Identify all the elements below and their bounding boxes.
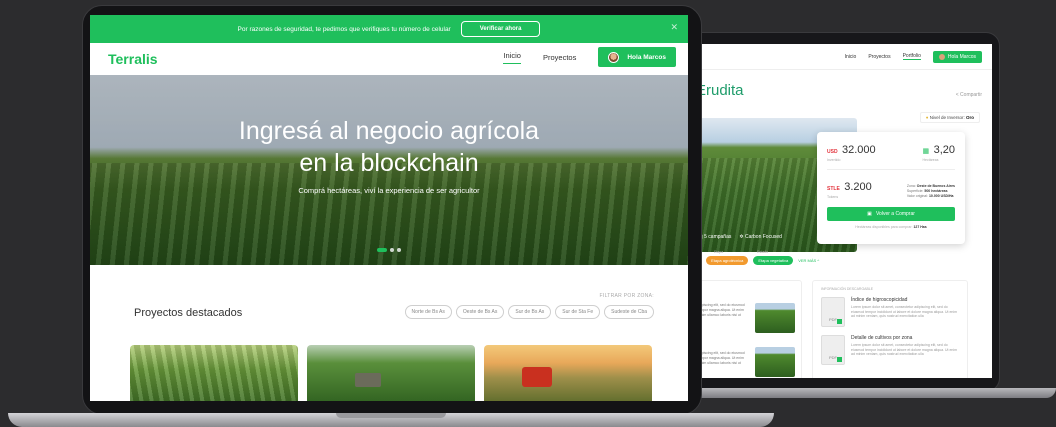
- user-menu-button[interactable]: Hola Marcos: [598, 47, 676, 67]
- back-user-button[interactable]: Hola Marcos: [932, 50, 982, 63]
- doc-item[interactable]: PDF Detalle de cultivos por zona Lorem i…: [821, 335, 959, 365]
- carousel-dot-2[interactable]: [390, 248, 394, 252]
- back-nav-portfolio[interactable]: Portfolio: [902, 53, 921, 60]
- security-banner: Por razones de seguridad, te pedimos que…: [90, 15, 688, 43]
- update-text-1: adipiscing elit, sed do eiusmod tempor m…: [697, 303, 745, 317]
- grid-icon: ▦: [922, 148, 930, 155]
- back-user-label: Hola Marcos: [947, 53, 976, 60]
- carousel-dot-3[interactable]: [397, 248, 401, 252]
- back-topnav: Inicio Proyectos Portfolio Hola Marcos: [692, 44, 992, 70]
- usd-currency: USD: [827, 149, 838, 155]
- available-hectares: Hectáreas disponibles para comprar: 127 …: [855, 225, 927, 229]
- stle-caption: Tokens: [827, 195, 839, 199]
- hero-subtitle: Comprá hectáreas, viví la experiencia de…: [298, 186, 480, 195]
- zone-filters: Norte de Bs As Oeste de Bs As Sur de Bs …: [404, 305, 654, 319]
- avatar: [938, 53, 945, 60]
- update-thumb-2: [755, 347, 795, 377]
- zone-filter[interactable]: Sur de Bs As: [508, 305, 552, 319]
- buy-again-label: Volver a Comprar: [876, 211, 915, 217]
- doc-text: Lorem ipsum dolor sit amet, consectetur …: [851, 305, 958, 318]
- back-nav-proyectos[interactable]: Proyectos: [868, 54, 890, 60]
- zone-filter[interactable]: Oeste de Bs As: [455, 305, 505, 319]
- user-label: Hola Marcos: [627, 53, 666, 61]
- downloads-panel: INFORMACIÓN DESCARGABLE PDF Índice de hi…: [812, 280, 968, 378]
- chip-vegetativa: Etapa vegetativa: [753, 256, 794, 265]
- back-laptop-base: [640, 388, 1056, 398]
- hectares-caption: Hectáreas: [922, 158, 939, 162]
- update-thumb-1: [755, 303, 795, 333]
- featured-title: Proyectos destacados: [134, 307, 243, 319]
- doc-title: Índice de higroscopicidad: [851, 297, 908, 303]
- share-label: Compartir: [960, 92, 982, 98]
- medal-icon: ●: [925, 115, 929, 120]
- downloads-header: INFORMACIÓN DESCARGABLE: [821, 287, 874, 291]
- nav-proyectos[interactable]: Proyectos: [543, 53, 576, 62]
- back-laptop-screen: Inicio Proyectos Portfolio Hola Marcos E…: [692, 44, 992, 378]
- pdf-icon: PDF: [821, 335, 845, 365]
- topnav: Terralis Inicio Proyectos Hola Marcos: [90, 43, 688, 75]
- carousel-dot-1[interactable]: [377, 248, 387, 252]
- investment-card: USD 32.000 Invertido ▦ 3,20 Hectáreas ST…: [817, 132, 965, 244]
- project-card-3[interactable]: [484, 345, 652, 401]
- stage-chips: Etapa agrotécnica Etapa vegetativa VER M…: [692, 256, 819, 265]
- project-tags: ◫ 5 campañas ✲ Carbon Focused: [698, 234, 782, 240]
- nav-inicio[interactable]: Inicio: [503, 51, 521, 64]
- stle-value: 3.200: [844, 181, 872, 193]
- project-specs: Zona: Oeste de Buenos Aires Superficie: …: [906, 184, 955, 198]
- doc-item[interactable]: PDF Índice de higroscopicidad Lorem ipsu…: [821, 297, 959, 327]
- pdf-icon: PDF: [821, 297, 845, 327]
- investor-level-label: Nivel de Inversor:: [929, 115, 965, 120]
- tag-campaigns: ◫ 5 campañas: [698, 234, 732, 240]
- see-more-link[interactable]: VER MÁS ^: [798, 258, 819, 263]
- nav-links: Inicio Proyectos Hola Marcos: [503, 47, 676, 67]
- doc-title: Detalle de cultivos por zona: [851, 335, 913, 341]
- update-text-2: adipiscing elit, sed do eiusmod tempor m…: [697, 351, 745, 365]
- hero-carousel: Ingresá al negocio agrícola en la blockc…: [90, 75, 688, 265]
- chip-labels: Etapa Estado: [714, 250, 769, 254]
- stle-currency: STLE: [827, 186, 840, 192]
- buy-again-button[interactable]: ▣ Volver a Comprar: [827, 207, 955, 221]
- doc-text: Lorem ipsum dolor sit amet, consectetur …: [851, 343, 958, 356]
- zone-filter[interactable]: Sudeste de Cba: [604, 305, 654, 319]
- laptop-notch: [336, 413, 446, 418]
- carousel-dots: [377, 248, 401, 252]
- updates-panel: adipiscing elit, sed do eiusmod tempor m…: [692, 280, 802, 378]
- tag-carbon: ✲ Carbon Focused: [739, 234, 782, 240]
- investor-level-value: Oro: [965, 115, 974, 120]
- project-card-2[interactable]: [307, 345, 475, 401]
- project-title: Erudita: [696, 82, 744, 99]
- chip-agrotecnica: Etapa agrotécnica: [706, 256, 749, 265]
- back-nav-inicio[interactable]: Inicio: [845, 54, 857, 60]
- logo[interactable]: Terralis: [108, 51, 158, 67]
- banner-message: Por razones de seguridad, te pedimos que…: [237, 25, 451, 33]
- filter-label: FILTRAR POR ZONA:: [599, 293, 654, 299]
- avatar: [608, 51, 620, 63]
- verify-now-button[interactable]: Verificar ahora: [460, 21, 541, 37]
- share-button[interactable]: < Compartir: [956, 92, 982, 98]
- investor-level-badge: ● Nivel de Inversor: Oro: [919, 112, 980, 123]
- zone-filter[interactable]: Norte de Bs As: [404, 305, 452, 319]
- project-card-1[interactable]: [130, 345, 298, 401]
- close-icon[interactable]: ✕: [670, 22, 678, 33]
- hectares-value: 3,20: [933, 144, 955, 156]
- zone-filter[interactable]: Sur de Sta Fe: [555, 305, 601, 319]
- hero-title: Ingresá al negocio agrícola en la blockc…: [238, 117, 540, 177]
- usd-caption: Invertido: [827, 158, 841, 162]
- cart-icon: ▣: [867, 211, 872, 217]
- usd-value: 32.000: [842, 144, 876, 156]
- front-laptop-screen: Por razones de seguridad, te pedimos que…: [90, 15, 688, 401]
- share-icon: <: [955, 92, 959, 98]
